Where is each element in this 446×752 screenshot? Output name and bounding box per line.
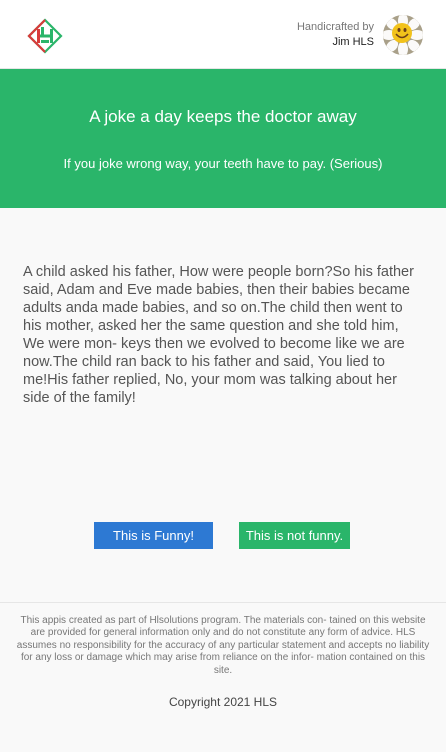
joke-text: A child asked his father, How were peopl… <box>23 264 414 406</box>
flower-smiley-avatar-icon <box>383 15 423 55</box>
author-name: Jim HLS <box>332 36 374 48</box>
footer-copyright: Copyright 2021 HLS <box>168 695 278 710</box>
funny-button[interactable]: This is Funny! <box>94 522 213 549</box>
avatar[interactable] <box>383 15 423 55</box>
page-footer: This appis created as part of Hlsolution… <box>0 602 446 752</box>
hls-logo-icon[interactable] <box>27 18 63 54</box>
credit-label: Handicrafted by <box>296 21 374 33</box>
hero-banner: A joke a day keeps the doctor away If yo… <box>0 69 446 208</box>
footer-disclaimer: This appis created as part of Hlsolution… <box>16 615 430 676</box>
banner-title: A joke a day keeps the doctor away <box>89 107 357 126</box>
app-header: Handicrafted by Jim HLS <box>0 0 446 69</box>
banner-subtitle: If you joke wrong way, your teeth have t… <box>63 156 383 171</box>
author-credit: Handicrafted by Jim HLS <box>297 20 374 50</box>
not-funny-button[interactable]: This is not funny. <box>239 522 350 549</box>
